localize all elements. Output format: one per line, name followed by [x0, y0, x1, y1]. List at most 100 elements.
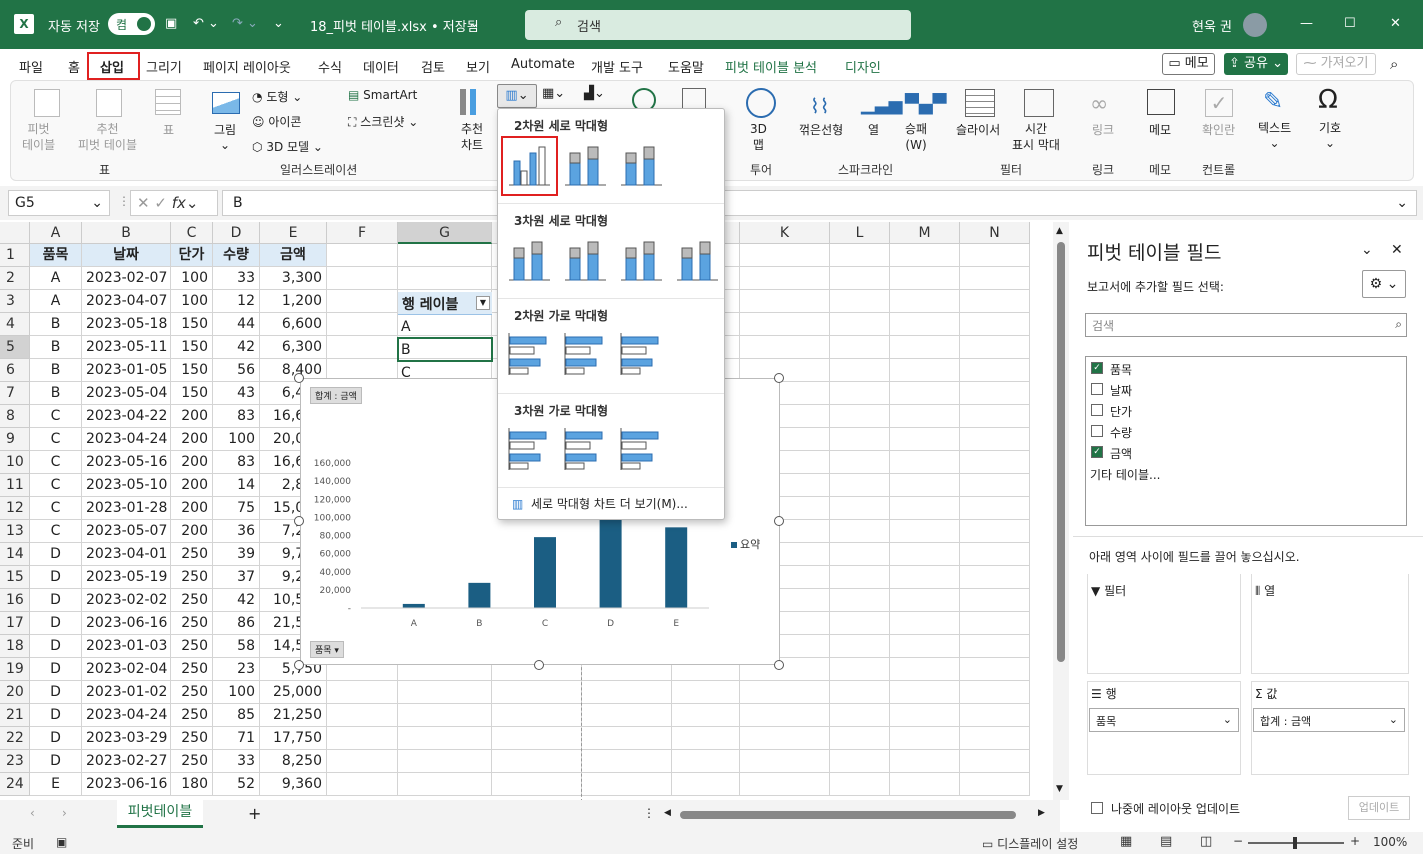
cell[interactable]: 2023-05-04: [82, 382, 171, 405]
cell[interactable]: 품목: [30, 244, 82, 267]
cell[interactable]: [398, 267, 492, 290]
resize-handle[interactable]: [774, 516, 784, 526]
3d-100-stacked-column-icon[interactable]: [618, 236, 664, 282]
cell[interactable]: 83: [213, 405, 260, 428]
cell[interactable]: [890, 244, 960, 267]
cell[interactable]: 2023-05-16: [82, 451, 171, 474]
pivot-row-item[interactable]: A: [401, 319, 411, 335]
cell[interactable]: 2023-04-24: [82, 428, 171, 451]
cell[interactable]: [740, 681, 830, 704]
search-box[interactable]: ⌕ 검색: [525, 10, 911, 40]
cell[interactable]: [740, 336, 830, 359]
cell[interactable]: [582, 727, 672, 750]
cell[interactable]: [960, 681, 1030, 704]
cell[interactable]: [890, 336, 960, 359]
cell[interactable]: 9,360: [260, 773, 327, 796]
cell[interactable]: 71: [213, 727, 260, 750]
field-checkbox[interactable]: ✓: [1091, 362, 1103, 374]
clustered-bar-icon[interactable]: [506, 331, 552, 377]
3d-100-stacked-bar-icon[interactable]: [618, 426, 664, 472]
cell[interactable]: [398, 313, 492, 336]
tab-pivot-analyze[interactable]: 피벗 테이블 분석: [725, 57, 817, 76]
3d-map-button[interactable]: 3D 맵: [750, 121, 767, 153]
cell[interactable]: [890, 428, 960, 451]
cell[interactable]: [398, 773, 492, 796]
value-field-pill[interactable]: 합계 : 금액 ⌄: [1253, 708, 1405, 732]
cell[interactable]: C: [30, 405, 82, 428]
cell[interactable]: [398, 750, 492, 773]
cell[interactable]: [960, 612, 1030, 635]
cell[interactable]: 150: [171, 359, 213, 382]
next-sheet-icon[interactable]: ›: [62, 806, 67, 820]
cell[interactable]: 200: [171, 497, 213, 520]
cell[interactable]: [830, 451, 890, 474]
cell[interactable]: [960, 704, 1030, 727]
resize-handle[interactable]: [534, 660, 544, 670]
cell[interactable]: 150: [171, 313, 213, 336]
autosave-toggle[interactable]: 켬: [108, 13, 155, 35]
slicer-button[interactable]: 슬라이서: [956, 121, 1000, 138]
cell[interactable]: [830, 405, 890, 428]
row-header[interactable]: 20: [0, 681, 30, 704]
row-header[interactable]: 12: [0, 497, 30, 520]
select-all-corner[interactable]: [0, 222, 30, 244]
cell[interactable]: B: [30, 336, 82, 359]
field-checkbox[interactable]: [1091, 383, 1103, 395]
cell[interactable]: 2023-05-18: [82, 313, 171, 336]
cell[interactable]: D: [30, 727, 82, 750]
cell[interactable]: B: [30, 359, 82, 382]
cell[interactable]: [398, 681, 492, 704]
cell[interactable]: [890, 405, 960, 428]
cell[interactable]: [830, 474, 890, 497]
resize-handle[interactable]: [774, 660, 784, 670]
cell[interactable]: D: [30, 566, 82, 589]
cell[interactable]: [960, 244, 1030, 267]
cell[interactable]: 75: [213, 497, 260, 520]
cell[interactable]: [327, 267, 398, 290]
cell[interactable]: 2023-05-07: [82, 520, 171, 543]
cell[interactable]: 2023-01-03: [82, 635, 171, 658]
cell[interactable]: [830, 290, 890, 313]
cell[interactable]: [890, 359, 960, 382]
column-header[interactable]: G: [398, 222, 492, 244]
cell[interactable]: 8,250: [260, 750, 327, 773]
field-checkbox[interactable]: [1091, 425, 1103, 437]
cell[interactable]: D: [30, 750, 82, 773]
cell[interactable]: [960, 267, 1030, 290]
cell[interactable]: [830, 704, 890, 727]
tab-page-layout[interactable]: 페이지 레이아웃: [203, 57, 291, 76]
cell[interactable]: C: [30, 474, 82, 497]
cell[interactable]: [830, 428, 890, 451]
field-name[interactable]: 단가: [1110, 403, 1132, 420]
cell[interactable]: [890, 589, 960, 612]
cell[interactable]: [672, 681, 740, 704]
cell[interactable]: 150: [171, 336, 213, 359]
cell[interactable]: 250: [171, 750, 213, 773]
cell[interactable]: 2023-04-22: [82, 405, 171, 428]
maximize-icon[interactable]: ☐: [1344, 16, 1356, 31]
cell[interactable]: 17,750: [260, 727, 327, 750]
zoom-level[interactable]: 100%: [1373, 835, 1407, 849]
table-button[interactable]: 표: [163, 121, 174, 138]
save-icon[interactable]: ▣: [165, 16, 177, 31]
cell[interactable]: [672, 704, 740, 727]
close-icon[interactable]: ✕: [1390, 16, 1401, 31]
column-header[interactable]: B: [82, 222, 171, 244]
cancel-icon[interactable]: ✕: [137, 194, 150, 212]
column-header[interactable]: L: [830, 222, 890, 244]
cell[interactable]: 2023-04-01: [82, 543, 171, 566]
cell[interactable]: 25,000: [260, 681, 327, 704]
cell[interactable]: [830, 382, 890, 405]
cell[interactable]: 21,250: [260, 704, 327, 727]
pivot-chart-icon[interactable]: [682, 88, 706, 110]
cell[interactable]: 2023-01-02: [82, 681, 171, 704]
cell[interactable]: [890, 543, 960, 566]
cell[interactable]: 250: [171, 635, 213, 658]
cell[interactable]: [960, 635, 1030, 658]
row-header[interactable]: 11: [0, 474, 30, 497]
field-list-settings-button[interactable]: ⚙ ⌄: [1362, 270, 1406, 298]
display-settings-button[interactable]: ▭ 디스플레이 설정: [982, 835, 1078, 852]
cell[interactable]: [830, 773, 890, 796]
cell[interactable]: 2023-04-07: [82, 290, 171, 313]
field-search-input[interactable]: 검색 ⌕: [1085, 313, 1407, 337]
